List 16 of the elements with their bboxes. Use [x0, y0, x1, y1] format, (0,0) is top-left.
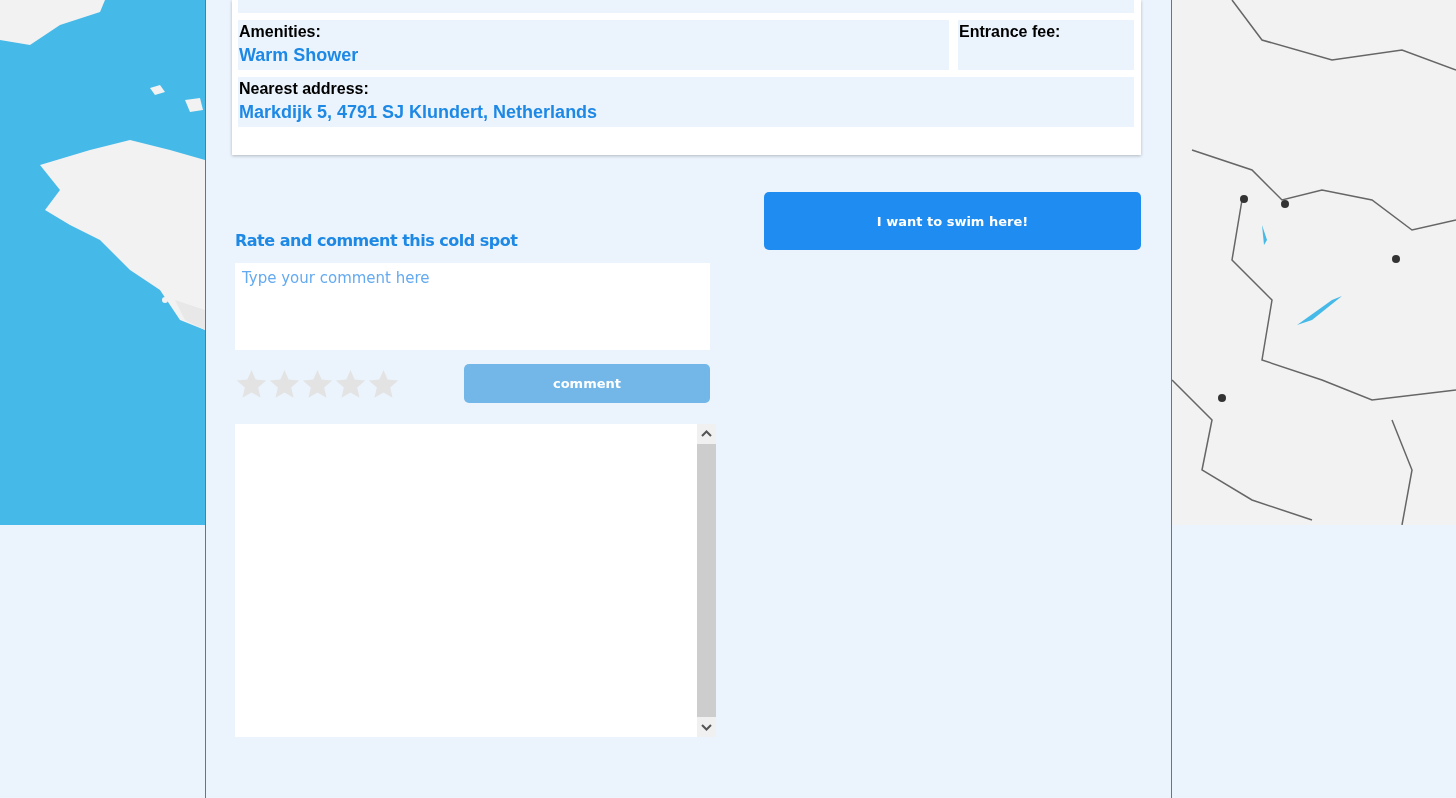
field-label: Nearest address:	[239, 80, 369, 98]
section-heading: Rate and comment this cold spot	[235, 231, 519, 250]
field-label: Amenities:	[239, 23, 321, 41]
star-icon[interactable]	[334, 367, 367, 400]
star-icon[interactable]	[301, 367, 334, 400]
star-rating[interactable]	[235, 367, 400, 400]
scrollbar-thumb[interactable]	[697, 444, 716, 717]
star-icon[interactable]	[268, 367, 301, 400]
star-icon[interactable]	[235, 367, 268, 400]
star-icon[interactable]	[367, 367, 400, 400]
comment-field[interactable]: Type your comment here	[235, 263, 710, 350]
comment-button[interactable]: comment	[464, 364, 710, 403]
swim-here-button[interactable]: I want to swim here!	[764, 192, 1141, 250]
field-value: Warm Shower	[239, 45, 359, 66]
field-value: Markdijk 5, 4791 SJ Klundert, Netherlands	[239, 102, 598, 123]
field-label: Entrance fee:	[959, 23, 1061, 41]
